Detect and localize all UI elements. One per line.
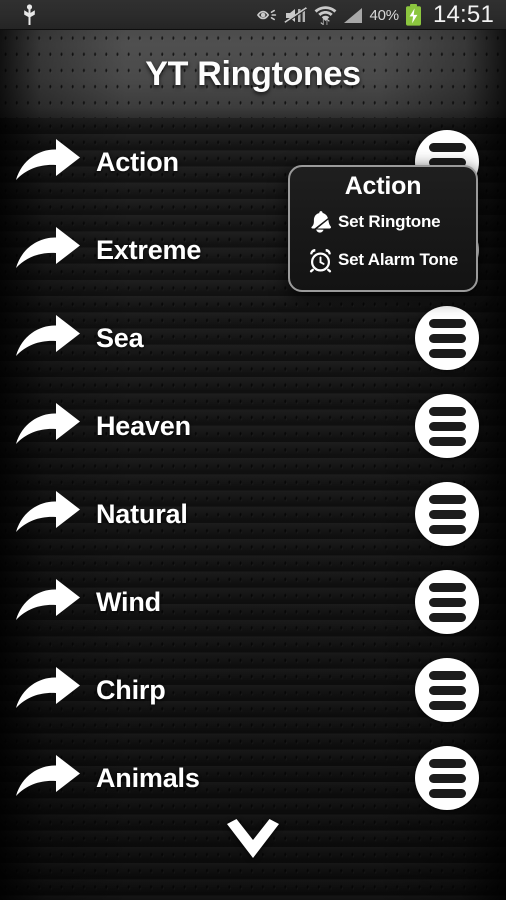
curved-arrow-right-icon xyxy=(0,665,96,715)
hamburger-menu-icon[interactable] xyxy=(415,570,479,634)
list-item-label: Wind xyxy=(96,586,161,617)
status-bar-left xyxy=(0,4,37,26)
popup-item-set-alarm-tone[interactable]: Set Alarm Tone xyxy=(290,243,476,277)
page-title: YT Ringtones xyxy=(145,55,361,93)
list-item-label: Action xyxy=(96,146,179,177)
hamburger-menu-icon[interactable] xyxy=(415,394,479,458)
list-item-label: Animals xyxy=(96,762,200,793)
bell-icon xyxy=(302,209,338,235)
list-item[interactable]: Animals xyxy=(0,734,506,822)
wifi-signal-icon xyxy=(314,5,337,25)
chevron-down-icon xyxy=(222,819,284,864)
list-item-label: Natural xyxy=(96,498,188,529)
action-popup: Action Set Ringtone Set Alarm Tone xyxy=(288,165,478,292)
list-item[interactable]: Heaven xyxy=(0,382,506,470)
list-item[interactable]: Natural xyxy=(0,470,506,558)
list-item[interactable]: Chirp xyxy=(0,646,506,734)
battery-percent-label: 40% xyxy=(369,6,400,24)
hamburger-menu-icon[interactable] xyxy=(415,306,479,370)
list-item[interactable]: Wind xyxy=(0,558,506,646)
curved-arrow-right-icon xyxy=(0,489,96,539)
load-more-button[interactable] xyxy=(0,819,506,864)
curved-arrow-right-icon xyxy=(0,401,96,451)
curved-arrow-right-icon xyxy=(0,137,96,187)
status-bar-clock: 14:51 xyxy=(432,1,494,28)
curved-arrow-right-icon xyxy=(0,313,96,363)
popup-title: Action xyxy=(344,172,422,200)
list-item-label: Extreme xyxy=(96,234,202,265)
list-item-label: Heaven xyxy=(96,410,191,441)
popup-item-label: Set Ringtone xyxy=(338,212,441,231)
battery-charging-icon xyxy=(405,4,422,26)
usb-icon xyxy=(22,4,37,26)
status-bar: 40% 14:51 xyxy=(0,0,506,30)
sound-muted-icon xyxy=(283,6,308,24)
list-item-label: Chirp xyxy=(96,674,166,705)
hamburger-menu-icon[interactable] xyxy=(415,658,479,722)
list-item-label: Sea xyxy=(96,322,144,353)
curved-arrow-right-icon xyxy=(0,577,96,627)
list-item[interactable]: Sea xyxy=(0,294,506,382)
curved-arrow-right-icon xyxy=(0,753,96,803)
popup-item-set-ringtone[interactable]: Set Ringtone xyxy=(290,205,476,239)
hamburger-menu-icon[interactable] xyxy=(415,482,479,546)
smart-stay-eye-icon xyxy=(256,7,278,23)
popup-item-label: Set Alarm Tone xyxy=(338,250,459,269)
app-header: YT Ringtones xyxy=(0,30,506,118)
status-bar-right: 40% 14:51 xyxy=(256,3,506,27)
phone-screen: 40% 14:51 YT Ringtones Action Extreme Se… xyxy=(0,0,506,900)
cellular-signal-icon xyxy=(343,7,364,24)
curved-arrow-right-icon xyxy=(0,225,96,275)
hamburger-menu-icon[interactable] xyxy=(415,746,479,810)
alarm-clock-icon xyxy=(302,247,338,274)
